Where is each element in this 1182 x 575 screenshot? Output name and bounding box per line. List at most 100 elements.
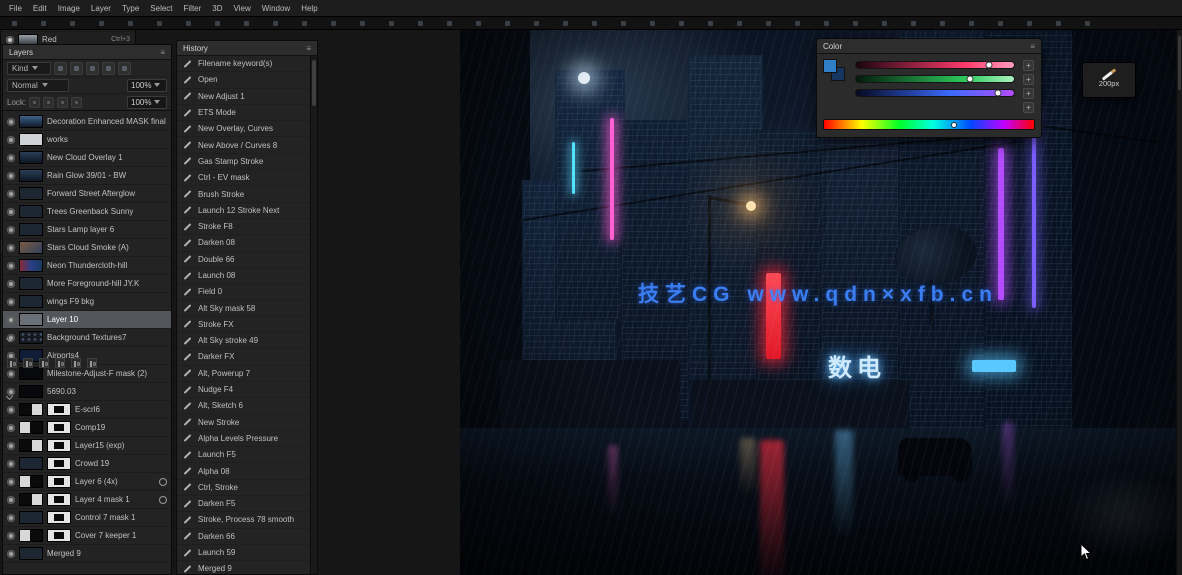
color-panel-tab[interactable]: Color ≡: [817, 39, 1041, 54]
layer-thumbnail[interactable]: [19, 511, 43, 524]
pixel-filter-icon[interactable]: [54, 61, 67, 75]
visibility-toggle-icon[interactable]: [7, 297, 15, 306]
toolbar-icon[interactable]: [737, 20, 742, 26]
layer-thumbnail[interactable]: [19, 547, 43, 560]
toolbar-icon[interactable]: [302, 20, 307, 26]
history-step[interactable]: ETS Mode: [177, 105, 310, 122]
layer-row[interactable]: Decoration Enhanced MASK final: [3, 113, 171, 131]
toolbar-icon[interactable]: [853, 20, 858, 26]
visibility-toggle-icon[interactable]: [7, 423, 15, 432]
history-step[interactable]: Alt, Sketch 6: [177, 398, 310, 415]
layer-row[interactable]: 5690.03: [3, 383, 171, 401]
visibility-toggle-icon[interactable]: [7, 117, 15, 126]
visibility-toggle-icon[interactable]: [7, 135, 15, 144]
lock-transparent-icon[interactable]: [29, 96, 41, 108]
layer-thumbnail[interactable]: [19, 313, 43, 326]
history-step[interactable]: Ctrl - EV mask: [177, 170, 310, 187]
toolbar-icon[interactable]: [505, 20, 510, 26]
menu-item[interactable]: View: [234, 4, 251, 13]
window-scrollbar[interactable]: [1176, 30, 1182, 575]
layer-row[interactable]: New Cloud Overlay 1: [3, 149, 171, 167]
toolbar-icon[interactable]: [476, 20, 481, 26]
layer-thumbnail[interactable]: [19, 115, 43, 128]
layer-row[interactable]: Trees Greenback Sunny: [3, 203, 171, 221]
menu-item[interactable]: Window: [262, 4, 290, 13]
visibility-toggle-icon[interactable]: [7, 207, 15, 216]
history-step[interactable]: Stroke, Process 78 smooth: [177, 512, 310, 529]
toolbar-icon[interactable]: [99, 20, 104, 26]
layer-row[interactable]: Background Textures7: [3, 329, 171, 347]
visibility-toggle-icon[interactable]: [7, 549, 15, 558]
toolbar-icon[interactable]: [360, 20, 365, 26]
layer-thumbnail[interactable]: [19, 331, 43, 344]
history-scrollbar[interactable]: [310, 56, 317, 574]
lock-pixels-icon[interactable]: [43, 96, 55, 108]
history-step[interactable]: Ctrl, Stroke: [177, 480, 310, 497]
toolbar-icon[interactable]: [128, 20, 133, 26]
layer-row[interactable]: Cover 7 keeper 1: [3, 527, 171, 545]
toolbar-icon[interactable]: [592, 20, 597, 26]
history-step[interactable]: Double 66: [177, 252, 310, 268]
toolbar-icon[interactable]: [1027, 20, 1032, 26]
align-center-v-icon[interactable]: [71, 358, 81, 368]
align-bottom-icon[interactable]: [87, 358, 97, 368]
toolbar-icon[interactable]: [998, 20, 1003, 26]
smart-object-filter-icon[interactable]: [118, 61, 131, 75]
visibility-toggle-icon[interactable]: [7, 315, 15, 324]
visibility-toggle-icon[interactable]: [7, 441, 15, 450]
align-right-icon[interactable]: [39, 358, 49, 368]
add-swatch-icon[interactable]: +: [1023, 88, 1034, 99]
spectrum-ramp[interactable]: [823, 119, 1035, 130]
panel-menu-icon[interactable]: ≡: [160, 48, 165, 57]
visibility-toggle-icon[interactable]: [7, 153, 15, 162]
shape-filter-icon[interactable]: [102, 61, 115, 75]
layer-row[interactable]: Layer 4 mask 1: [3, 491, 171, 509]
layer-mask-thumbnail[interactable]: [47, 439, 71, 452]
history-step[interactable]: Gas Stamp Stroke: [177, 154, 310, 171]
history-step[interactable]: New Above / Curves 8: [177, 137, 310, 154]
align-center-h-icon[interactable]: [23, 358, 33, 368]
slider-knob[interactable]: [966, 75, 974, 83]
layer-thumbnail[interactable]: [19, 187, 43, 200]
layer-fx-badge[interactable]: [159, 477, 167, 486]
visibility-toggle-icon[interactable]: [7, 531, 15, 540]
history-step[interactable]: Stroke F8: [177, 219, 310, 236]
lock-all-icon[interactable]: [71, 96, 83, 108]
layer-thumbnail[interactable]: [19, 259, 43, 272]
toolbar-icon[interactable]: [273, 20, 278, 26]
toolbar-icon[interactable]: [157, 20, 162, 26]
history-step[interactable]: Launch 59: [177, 545, 310, 562]
toolbar-icon[interactable]: [215, 20, 220, 26]
layer-thumbnail[interactable]: [19, 205, 43, 218]
toolbar-icon[interactable]: [331, 20, 336, 26]
layer-filter-dropdown[interactable]: Kind: [7, 61, 51, 75]
layer-thumbnail[interactable]: [19, 223, 43, 236]
adjustment-filter-icon[interactable]: [70, 61, 83, 75]
visibility-toggle-icon[interactable]: [7, 171, 15, 180]
fill-field[interactable]: 100%: [127, 95, 167, 109]
toolbar-icon[interactable]: [621, 20, 626, 26]
toolbar-icon[interactable]: [1085, 20, 1090, 26]
toolbar-icon[interactable]: [70, 20, 75, 26]
history-step[interactable]: Filename keyword(s): [177, 56, 310, 73]
history-step[interactable]: New Adjust 1: [177, 89, 310, 105]
foreground-color-swatch[interactable]: [823, 59, 837, 73]
visibility-toggle-icon[interactable]: [6, 35, 14, 44]
panel-menu-icon[interactable]: ≡: [306, 44, 311, 53]
history-step[interactable]: Darken F5: [177, 496, 310, 513]
history-step[interactable]: Darker FX: [177, 349, 310, 366]
layer-mask-thumbnail[interactable]: [47, 529, 71, 542]
menu-item[interactable]: Layer: [91, 4, 111, 13]
history-step[interactable]: Nudge F4: [177, 382, 310, 399]
layer-row[interactable]: Crowd 19: [3, 455, 171, 473]
add-swatch-icon[interactable]: +: [1023, 60, 1034, 71]
toolbar-icon[interactable]: [824, 20, 829, 26]
layer-thumbnail[interactable]: [19, 367, 43, 380]
color-slider-G[interactable]: [855, 75, 1015, 83]
history-step[interactable]: Alpha Levels Pressure: [177, 431, 310, 448]
toolbar-icon[interactable]: [679, 20, 684, 26]
layer-row[interactable]: Layer15 (exp): [3, 437, 171, 455]
layer-row[interactable]: More Foreground-hill JY.K: [3, 275, 171, 293]
layer-row[interactable]: Control 7 mask 1: [3, 509, 171, 527]
layer-thumbnail[interactable]: [19, 457, 43, 470]
